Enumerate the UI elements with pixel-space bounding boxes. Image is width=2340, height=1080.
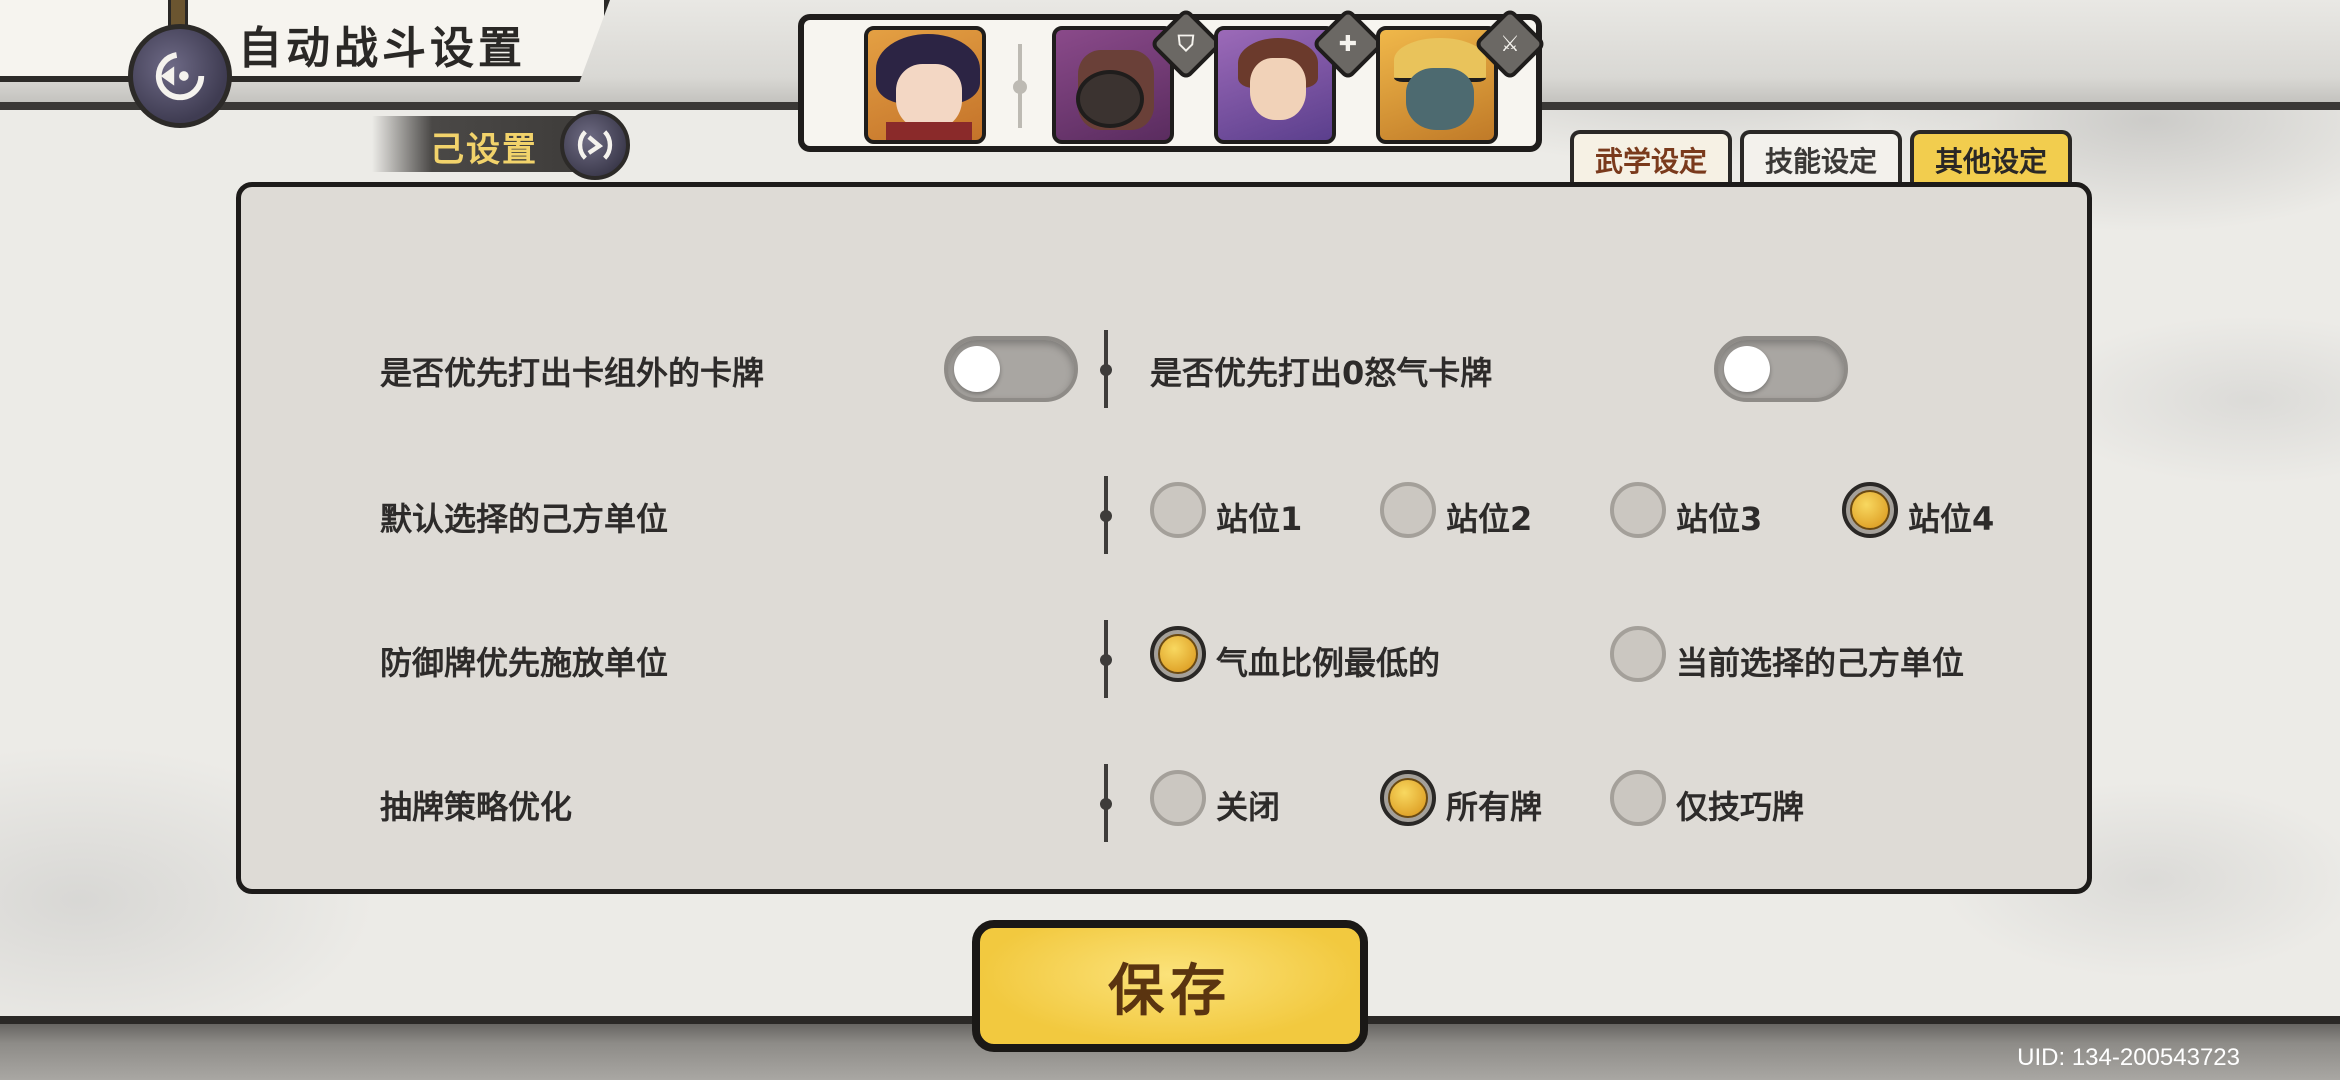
row-divider bbox=[1100, 620, 1112, 698]
tab-martial-settings[interactable]: 武学设定 bbox=[1570, 130, 1732, 186]
toggle-knob bbox=[954, 346, 1000, 392]
radio-position-3[interactable] bbox=[1610, 482, 1666, 538]
option-current-ally-label: 当前选择的己方单位 bbox=[1676, 644, 1965, 682]
tab-other-settings[interactable]: 其他设定 bbox=[1910, 130, 2072, 186]
option-position-2-label: 站位2 bbox=[1446, 500, 1533, 538]
save-button[interactable]: 保存 bbox=[972, 920, 1368, 1052]
back-button[interactable] bbox=[128, 24, 232, 128]
cannon-portrait bbox=[1076, 70, 1144, 128]
option-position-3-label: 站位3 bbox=[1676, 500, 1763, 538]
character-body bbox=[886, 122, 972, 140]
uid-text: UID: 134-200543723 bbox=[2017, 1044, 2240, 1071]
row-divider bbox=[1100, 330, 1112, 408]
radio-position-4[interactable] bbox=[1842, 482, 1898, 538]
tab-skill-settings[interactable]: 技能设定 bbox=[1740, 130, 1902, 186]
back-arrow-icon bbox=[155, 51, 205, 101]
radio-draw-all[interactable] bbox=[1380, 770, 1436, 826]
default-ally-unit-label: 默认选择的己方单位 bbox=[380, 500, 669, 538]
priority-zero-rage-toggle[interactable] bbox=[1714, 336, 1848, 402]
priority-extra-deck-toggle[interactable] bbox=[944, 336, 1078, 402]
option-position-4-label: 站位4 bbox=[1908, 500, 1995, 538]
toggle-knob bbox=[1724, 346, 1770, 392]
draw-strategy-label: 抽牌策略优化 bbox=[380, 788, 573, 826]
option-lowest-hp-label: 气血比例最低的 bbox=[1216, 644, 1441, 682]
character-portrait bbox=[1250, 58, 1306, 120]
character-slot-1[interactable] bbox=[864, 26, 986, 144]
row-divider bbox=[1100, 476, 1112, 554]
option-draw-all-label: 所有牌 bbox=[1446, 788, 1543, 826]
priority-extra-deck-label: 是否优先打出卡组外的卡牌 bbox=[380, 354, 765, 392]
preset-switch-icon[interactable] bbox=[560, 110, 630, 180]
character-face bbox=[896, 64, 962, 130]
priority-zero-rage-label: 是否优先打出0怒气卡牌 bbox=[1150, 354, 1493, 392]
swap-icon bbox=[577, 130, 613, 160]
radio-draw-skill[interactable] bbox=[1610, 770, 1666, 826]
preset-label: 己设置 bbox=[430, 130, 538, 170]
radio-draw-off[interactable] bbox=[1150, 770, 1206, 826]
option-draw-skill-label: 仅技巧牌 bbox=[1676, 788, 1805, 826]
character-strip: ⛉ ✚ ⚔ bbox=[798, 7, 1547, 152]
character-portrait bbox=[1406, 68, 1474, 130]
defense-card-target-label: 防御牌优先施放单位 bbox=[380, 644, 669, 682]
page-title: 自动战斗设置 bbox=[238, 23, 526, 74]
save-button-label: 保存 bbox=[1108, 958, 1232, 1024]
row-divider bbox=[1100, 764, 1112, 842]
radio-lowest-hp[interactable] bbox=[1150, 626, 1206, 682]
strip-divider bbox=[1013, 44, 1027, 128]
option-draw-off-label: 关闭 bbox=[1216, 788, 1281, 826]
radio-position-1[interactable] bbox=[1150, 482, 1206, 538]
option-position-1-label: 站位1 bbox=[1216, 500, 1303, 538]
radio-position-2[interactable] bbox=[1380, 482, 1436, 538]
radio-current-ally[interactable] bbox=[1610, 626, 1666, 682]
